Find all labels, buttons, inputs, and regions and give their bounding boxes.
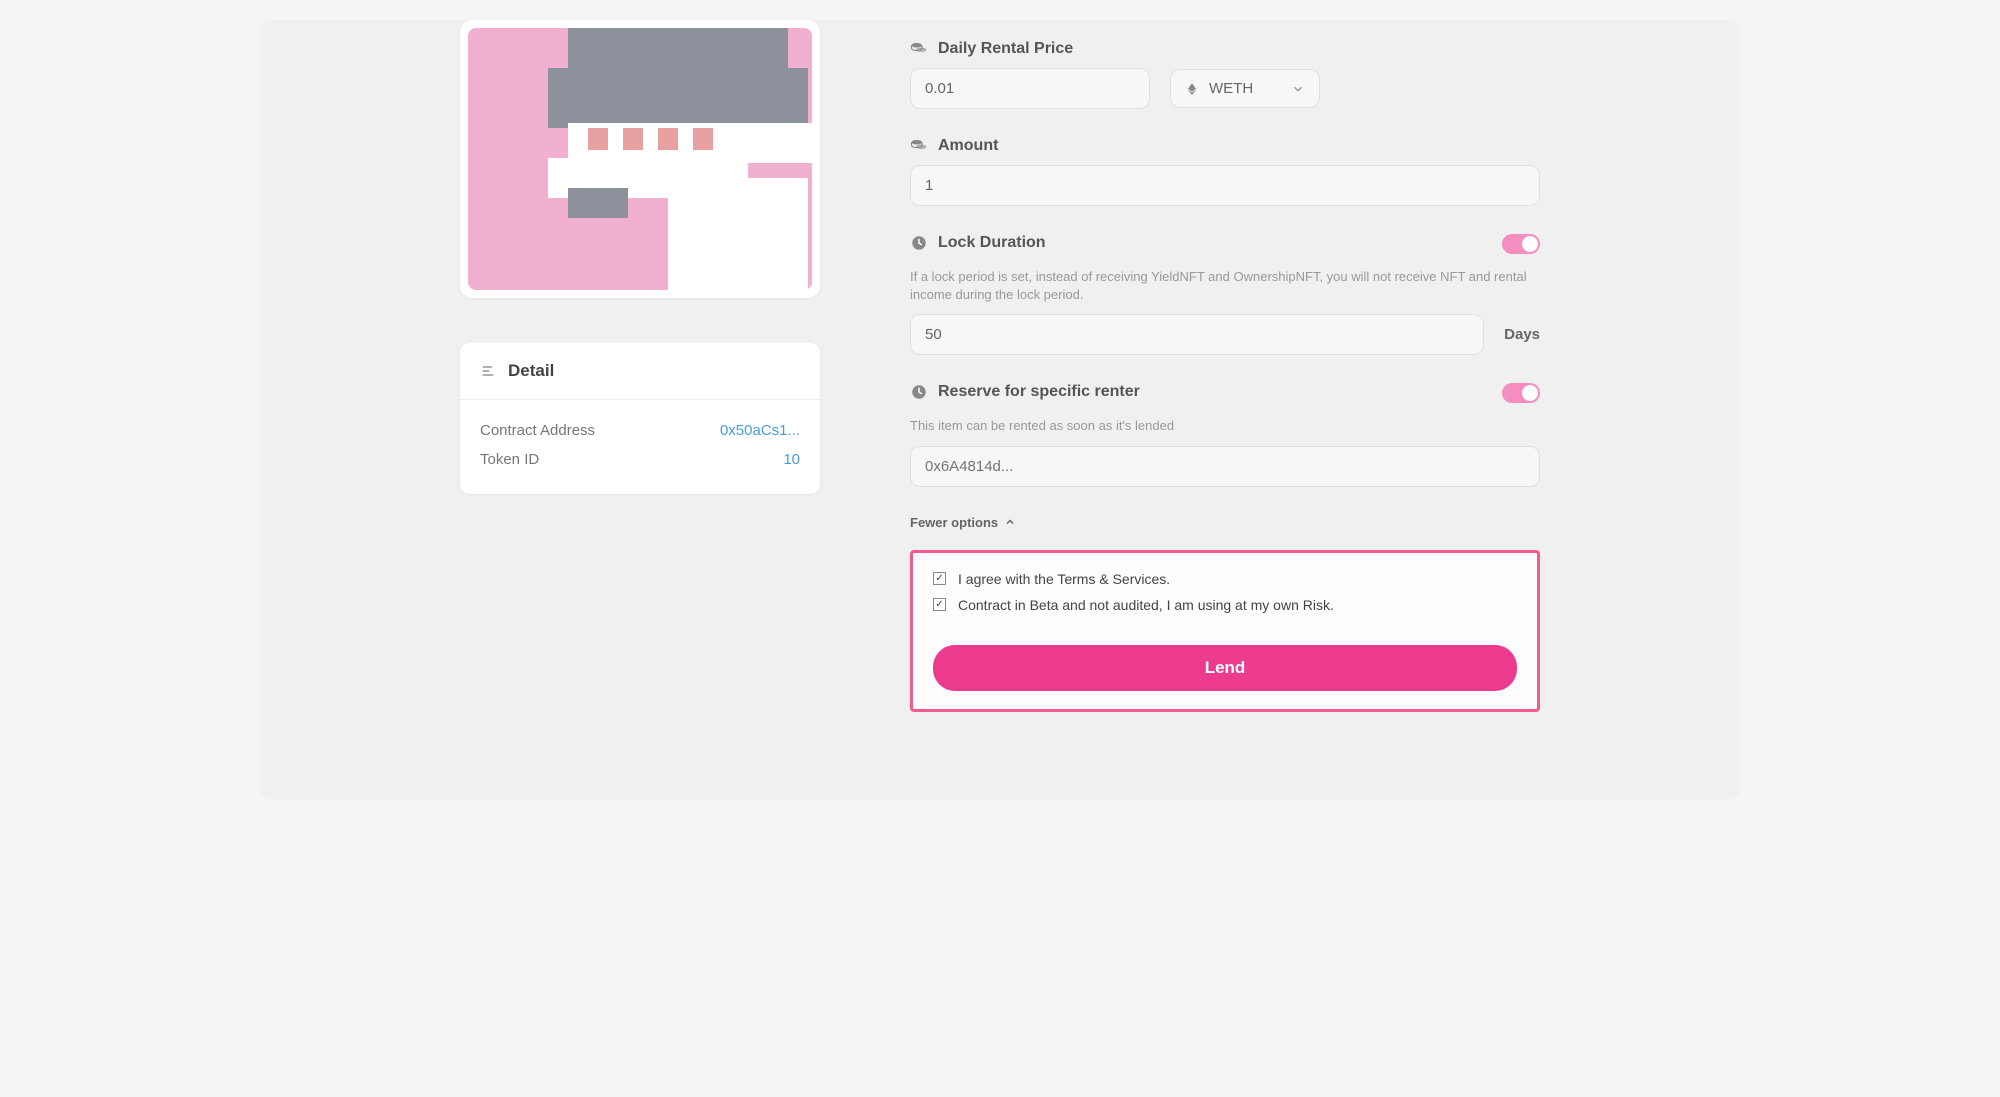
token-id-label: Token ID [480, 451, 539, 468]
reserve-toggle[interactable] [1502, 383, 1540, 403]
amount-input[interactable] [910, 165, 1540, 206]
amount-section: Amount [910, 137, 1540, 206]
currency-select[interactable]: WETH [1170, 69, 1320, 108]
lend-button[interactable]: Lend [933, 645, 1517, 691]
lock-duration-section: Lock Duration If a lock period is set, i… [910, 234, 1540, 355]
chevron-up-icon [1004, 516, 1016, 528]
reserve-label: Reserve for specific renter [938, 383, 1140, 401]
contract-address-value[interactable]: 0x50aCs1... [720, 422, 800, 439]
risk-checkbox-row: ✓ Contract in Beta and not audited, I am… [933, 597, 1517, 613]
clock-icon [910, 383, 928, 401]
detail-row-contract: Contract Address 0x50aCs1... [480, 416, 800, 445]
lock-duration-toggle[interactable] [1502, 234, 1540, 254]
left-column: Detail Contract Address 0x50aCs1... Toke… [260, 20, 820, 800]
reserve-address-input[interactable] [910, 446, 1540, 487]
detail-body: Contract Address 0x50aCs1... Token ID 10 [460, 400, 820, 494]
detail-row-tokenid: Token ID 10 [480, 445, 800, 474]
right-column: Daily Rental Price WETH Amount [820, 20, 1740, 800]
terms-checkbox[interactable]: ✓ [933, 572, 946, 585]
confirmation-box: ✓ I agree with the Terms & Services. ✓ C… [910, 550, 1540, 712]
detail-icon [480, 363, 496, 379]
chevron-down-icon [1291, 82, 1305, 96]
detail-title: Detail [508, 361, 554, 381]
nft-pixel-art [468, 28, 812, 290]
risk-checkbox[interactable]: ✓ [933, 598, 946, 611]
amount-label: Amount [938, 137, 998, 155]
clock-icon [910, 234, 928, 252]
fewer-options-label: Fewer options [910, 515, 998, 530]
currency-value: WETH [1209, 80, 1253, 97]
token-id-value[interactable]: 10 [783, 451, 800, 468]
risk-label: Contract in Beta and not audited, I am u… [958, 597, 1334, 613]
fewer-options-toggle[interactable]: Fewer options [910, 515, 1540, 530]
contract-address-label: Contract Address [480, 422, 595, 439]
lock-duration-label: Lock Duration [938, 234, 1046, 252]
lock-duration-unit: Days [1504, 326, 1540, 343]
daily-price-section: Daily Rental Price WETH [910, 40, 1540, 109]
detail-header: Detail [460, 343, 820, 400]
coins-icon [910, 137, 928, 155]
reserve-description: This item can be rented as soon as it's … [910, 417, 1540, 435]
main-container: Detail Contract Address 0x50aCs1... Toke… [260, 20, 1740, 800]
lock-duration-description: If a lock period is set, instead of rece… [910, 268, 1540, 304]
detail-card: Detail Contract Address 0x50aCs1... Toke… [460, 343, 820, 494]
daily-price-label: Daily Rental Price [938, 40, 1073, 58]
reserve-section: Reserve for specific renter This item ca… [910, 383, 1540, 486]
ethereum-icon [1185, 82, 1199, 96]
daily-price-input[interactable] [910, 68, 1150, 109]
coins-icon [910, 40, 928, 58]
lock-duration-input[interactable] [910, 314, 1484, 355]
terms-checkbox-row: ✓ I agree with the Terms & Services. [933, 571, 1517, 587]
terms-label: I agree with the Terms & Services. [958, 571, 1170, 587]
nft-image-card [460, 20, 820, 298]
